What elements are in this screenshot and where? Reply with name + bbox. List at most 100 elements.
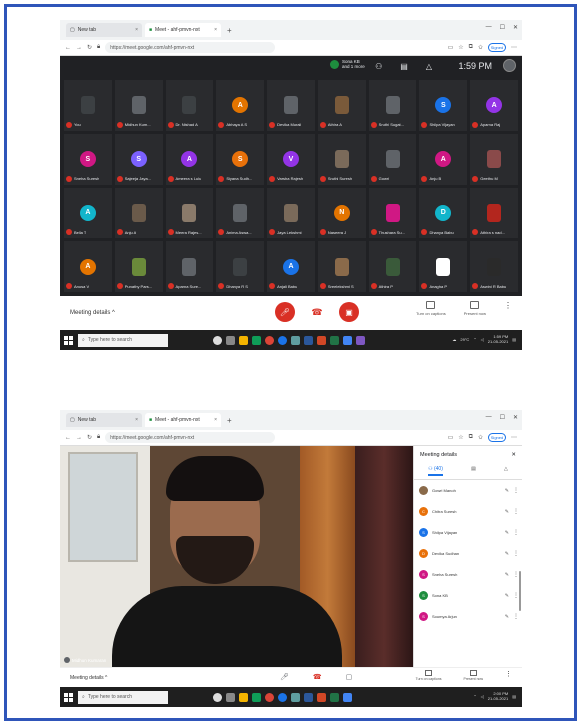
minimize-icon[interactable]: — [486,24,492,31]
participant-tile[interactable]: Thushara Su... [368,187,417,239]
store-icon[interactable] [252,335,261,345]
pin-icon[interactable]: ✎ [505,572,509,578]
excel-icon[interactable] [330,692,339,702]
browser-tab-newtab[interactable]: ▢ New tab × [66,413,142,427]
back-icon[interactable]: ← [65,435,71,441]
participant-tile[interactable]: Aswini R Babu [470,241,518,292]
present-now-button[interactable]: Present now [464,301,486,316]
participant-tile[interactable]: Gowri [368,133,417,185]
participant-tile[interactable]: Anju A [114,187,163,239]
participant-tile[interactable]: V Varsha Rajesh [267,133,315,185]
avatar[interactable] [503,59,516,72]
chrome-icon[interactable] [265,692,274,702]
mic-button[interactable]: 🎤︎ [280,673,289,681]
browser-tab-newtab[interactable]: ▢ New tab × [66,23,142,37]
star-icon[interactable]: ☆ [458,44,463,51]
participant-tile[interactable]: Athira P [368,241,417,292]
taskbar-search[interactable]: ⌕ Type here to search [78,690,168,704]
more-vert-icon[interactable]: ⋮ [513,613,519,620]
more-options-button[interactable]: ⋮ [504,301,512,310]
more-vert-icon[interactable]: ⋮ [513,571,519,578]
tab-chat[interactable]: ▤ [471,466,476,476]
taskbar-clock[interactable]: 2:00 PM 21-05-2021 [488,691,508,701]
store-icon[interactable] [252,692,261,702]
participant-tile[interactable]: Devika Murali [267,80,315,131]
url-field[interactable]: https://meet.google.com/ahf-pmvn-nxt [105,432,276,443]
volume-icon[interactable]: ◁ [481,337,484,342]
participant-tile[interactable]: Punathy Pars... [114,241,163,292]
participant-tile[interactable]: Geethu M [470,133,518,185]
excel-icon[interactable] [330,335,339,345]
participant-tile[interactable]: S Sajeeja Jaya... [114,133,163,185]
app-icon[interactable] [356,335,365,345]
list-item[interactable]: S Soumya Arjun ✎ ⋮ [414,606,522,627]
more-vert-icon[interactable]: ⋮ [513,592,519,599]
network-icon[interactable]: ⌃ [473,694,476,699]
volume-icon[interactable]: ◁ [481,694,484,699]
browser-tab-meet[interactable]: ■ Meet - ahf-pmvn-nxt × [145,413,221,427]
pin-icon[interactable]: ✎ [505,509,509,515]
tab-people[interactable]: ⚇ (40) [428,466,443,476]
taskbar-search[interactable]: ⌕ Type here to search [78,333,168,347]
end-call-button[interactable]: ☎︎ [309,304,325,320]
favorites-icon[interactable]: ✩ [478,44,483,51]
close-window-icon[interactable]: ✕ [513,414,518,421]
close-window-icon[interactable]: ✕ [513,24,518,31]
participant-tile[interactable]: Sreelekshmi S [317,241,366,292]
task-view-icon[interactable] [226,335,235,345]
participant-tile[interactable]: Athira s nad... [470,187,518,239]
close-icon[interactable]: × [214,417,217,423]
weather-icon[interactable]: ☁ [452,337,456,342]
close-icon[interactable]: × [135,417,138,423]
list-item[interactable]: C Chitra Suresh ✎ ⋮ [414,501,522,522]
end-call-button[interactable]: ☎︎ [313,673,322,681]
mic-off-button[interactable]: 🎤︎ [275,302,295,322]
list-item[interactable]: S Sneha Suresh ✎ ⋮ [414,564,522,585]
star-icon[interactable]: ☆ [458,434,463,441]
camera-icon[interactable]: ▭ [448,434,454,441]
network-icon[interactable]: ⌃ [473,337,476,342]
participant-tile[interactable]: Anima Aswa... [216,187,265,239]
participant-tile[interactable]: A Bella T [64,187,112,239]
minimize-icon[interactable]: — [486,414,492,421]
file-explorer-icon[interactable] [239,335,248,345]
participant-tile[interactable]: A Anjali Babu [267,241,315,292]
list-item[interactable]: S Sona KB ✎ ⋮ [414,585,522,606]
participant-tile[interactable]: Midhun Kum... [114,80,163,131]
browser-tab-meet[interactable]: ■ Meet - ahf-pmvn-nxt × [145,23,221,37]
participant-tile[interactable]: Meera Rajes... [165,187,214,239]
chrome-icon[interactable] [265,335,274,345]
participant-tile[interactable]: S Siyana Sudh... [216,133,265,185]
captions-button[interactable]: Turn on captions [416,301,446,316]
app-icon[interactable] [343,335,352,345]
cortana-icon[interactable] [213,692,222,702]
participant-tile[interactable]: A Ameera s Lulu [165,133,214,185]
participant-tile[interactable]: A Anusa V [64,241,112,292]
pin-icon[interactable]: ✎ [505,593,509,599]
profile-button[interactable]: Signed [488,433,506,442]
participant-tile[interactable]: A Aparna Raj [470,80,518,131]
list-item[interactable]: D Devika Sudhan ✎ ⋮ [414,543,522,564]
forward-icon[interactable]: → [76,45,82,51]
participant-tile[interactable]: Jaya Lekshmi [267,187,315,239]
photos-icon[interactable] [291,692,300,702]
extensions-icon[interactable]: ⧉ [469,44,473,51]
profile-button[interactable]: Signed [488,43,506,52]
participant-tile[interactable]: Sruthi Suresh [317,133,366,185]
list-item[interactable]: S Shilpa Vijayan ✎ ⋮ [414,522,522,543]
file-explorer-icon[interactable] [239,692,248,702]
participant-tile[interactable]: Anagha P [419,241,468,292]
word-icon[interactable] [304,335,313,345]
participant-tile[interactable]: N Naseera J [317,187,366,239]
participant-tile[interactable]: A Abhaya A S [216,80,265,131]
meeting-details-button[interactable]: Meeting details ^ [70,310,115,316]
participant-tile[interactable]: A Anju B [419,133,468,185]
more-icon[interactable]: ⋯ [511,44,517,51]
presenting-indicator[interactable]: Sona KB and 1 more [330,59,365,69]
people-icon[interactable]: ⚇ [375,62,382,71]
more-vert-icon[interactable]: ⋮ [513,487,519,494]
close-panel-icon[interactable]: ✕ [511,452,516,458]
word-icon[interactable] [304,692,313,702]
reload-icon[interactable]: ↻ [87,434,92,441]
pin-icon[interactable]: ✎ [505,551,509,557]
